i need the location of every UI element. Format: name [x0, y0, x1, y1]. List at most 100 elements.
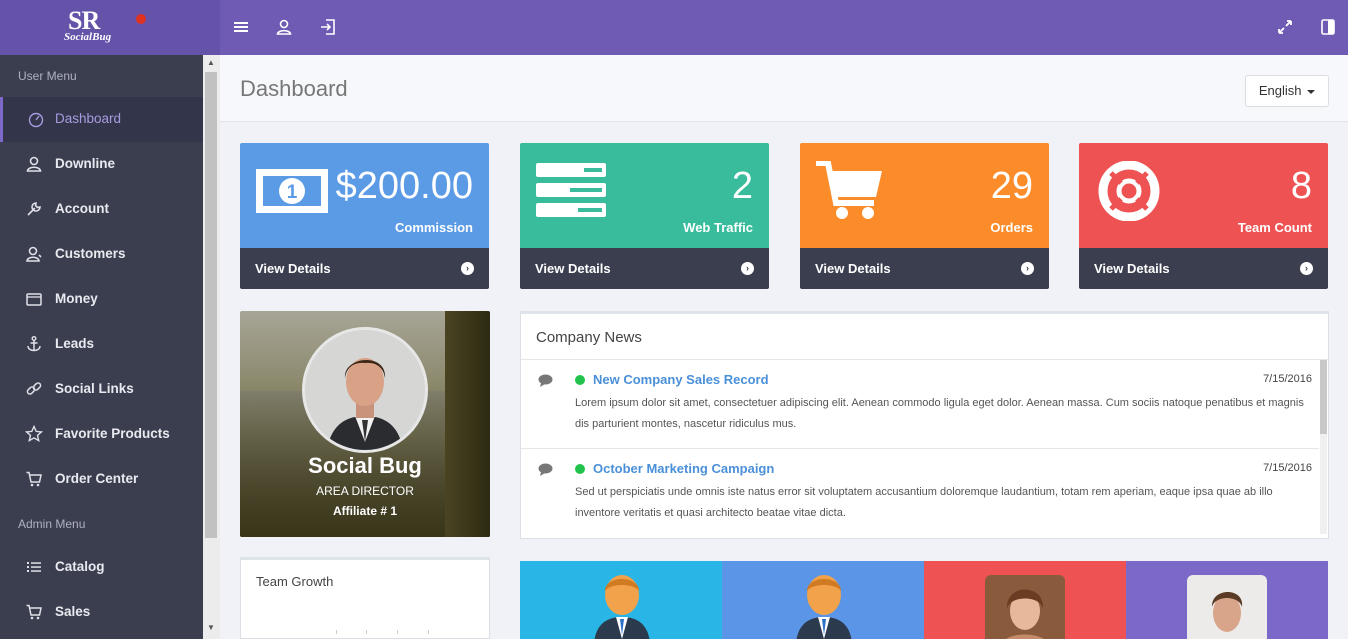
cart-icon [25, 470, 43, 488]
team-member-tile[interactable] [924, 561, 1126, 639]
view-details-label: View Details [1094, 261, 1170, 276]
expand-icon[interactable] [1275, 17, 1295, 37]
team-member-tile[interactable] [1126, 561, 1328, 639]
stat-card-orders: 29 Orders View Details › [800, 143, 1049, 289]
sidebar-item-downline[interactable]: Downline [0, 142, 203, 187]
news-date: 7/15/2016 [1263, 373, 1312, 385]
page-title: Dashboard [240, 76, 348, 101]
news-body: Lorem ipsum dolor sit amet, consectetuer… [575, 397, 1304, 430]
sidebar-item-label: Catalog [55, 559, 105, 574]
sidebar-item-label: Account [55, 201, 109, 216]
server-icon [534, 161, 610, 221]
sidebar-item-account[interactable]: Account [0, 187, 203, 232]
profile-affiliate: Affiliate # 1 [332, 504, 398, 518]
menu-icon[interactable] [231, 17, 251, 37]
status-dot [575, 464, 585, 474]
sidebar-item-label: Order Center [55, 471, 139, 486]
life-ring-icon [1093, 160, 1169, 222]
stat-card-team-count: 8 Team Count View Details › [1079, 143, 1328, 289]
avatar[interactable] [302, 327, 428, 453]
scrollbar-thumb[interactable] [1320, 360, 1327, 434]
brand-logo[interactable]: SR SocialBug [62, 6, 158, 44]
arrow-circle-right-icon: › [741, 262, 754, 275]
sidebar-item-label: Social Links [55, 381, 134, 396]
stat-card-body: 29 Orders [800, 143, 1049, 248]
view-details-link[interactable]: View Details › [520, 248, 769, 289]
stat-card-body: 2 Web Traffic [520, 143, 769, 248]
panel-title: Team Growth [256, 574, 334, 589]
scrollbar-thumb[interactable] [205, 72, 217, 538]
sidebar-item-catalog[interactable]: Catalog [0, 545, 203, 590]
logo-area: SR SocialBug [0, 0, 220, 55]
anchor-icon [25, 335, 43, 353]
link-icon [25, 380, 43, 398]
chart-tick [336, 630, 337, 634]
logo-sub-text: SocialBug [64, 31, 112, 43]
team-member-tile[interactable] [722, 561, 924, 639]
arrow-circle-right-icon: › [461, 262, 474, 275]
news-scrollbar[interactable] [1320, 360, 1327, 534]
profile-role: AREA DIRECTOR [316, 484, 414, 498]
team-member-photo [985, 575, 1065, 639]
top-navbar: SR SocialBug [0, 0, 1348, 55]
sidebar-item-label: Downline [55, 156, 115, 171]
stat-label: Orders [990, 220, 1033, 235]
view-details-link[interactable]: View Details › [800, 248, 1049, 289]
language-dropdown[interactable]: English [1245, 75, 1329, 107]
logo-bug-icon [136, 14, 146, 24]
page-header: Dashboard English [220, 55, 1348, 122]
view-details-link[interactable]: View Details › [240, 248, 489, 289]
team-growth-panel: Team Growth [240, 557, 490, 639]
sidebar-item-customers[interactable]: Customers [0, 232, 203, 277]
caret-down-icon [1307, 89, 1316, 94]
sidebar-item-label: Dashboard [55, 111, 122, 126]
sidebar-toggle-icon[interactable] [1318, 17, 1338, 37]
stat-value: 8 [1290, 165, 1312, 207]
news-title-link[interactable]: New Company Sales Record [593, 372, 769, 387]
sidebar-item-order-center[interactable]: Order Center [0, 457, 203, 502]
sidebar-item-favorite-products[interactable]: Favorite Products [0, 412, 203, 457]
team-member-tile[interactable] [520, 561, 722, 639]
dashboard-icon [27, 110, 45, 128]
view-details-label: View Details [255, 261, 331, 276]
sidebar-item-label: Leads [55, 336, 95, 351]
chart-tick [366, 630, 367, 634]
customers-icon [25, 245, 43, 263]
news-title-link[interactable]: October Marketing Campaign [593, 461, 774, 476]
stat-card-web-traffic: 2 Web Traffic View Details › [520, 143, 769, 289]
panel-title: Company News [536, 329, 642, 346]
user-menu-title: User Menu [18, 69, 77, 83]
sidebar-item-label: Money [55, 291, 98, 306]
team-member-photo [1187, 575, 1267, 639]
sidebar-item-dashboard[interactable]: Dashboard [0, 97, 203, 142]
user-avatar-icon [590, 573, 654, 639]
svg-text:1: 1 [287, 182, 298, 203]
cart-icon [25, 603, 43, 621]
money-bill-icon: 1 [254, 161, 330, 221]
sidebar-item-label: Customers [55, 246, 126, 261]
wallet-icon [25, 290, 43, 308]
sign-out-icon[interactable] [318, 17, 338, 37]
stat-card-body: 8 Team Count [1079, 143, 1328, 248]
sidebar: User Menu Dashboard Downline Account Cus… [0, 55, 203, 639]
sidebar-item-social-links[interactable]: Social Links [0, 367, 203, 412]
view-details-label: View Details [535, 261, 611, 276]
stat-label: Web Traffic [683, 220, 753, 235]
comment-icon [538, 374, 553, 387]
sidebar-item-leads[interactable]: Leads [0, 322, 203, 367]
stat-card-commission: 1 $200.00 Commission View Details › [240, 143, 489, 289]
stat-label: Team Count [1237, 220, 1312, 235]
view-details-link[interactable]: View Details › [1079, 248, 1328, 289]
scroll-up-arrow-icon[interactable]: ▲ [207, 58, 215, 67]
user-icon[interactable] [274, 17, 294, 37]
stat-value: $200.00 [335, 165, 473, 207]
sidebar-item-sales[interactable]: Sales [0, 590, 203, 635]
view-details-label: View Details [815, 261, 891, 276]
list-icon [25, 558, 43, 576]
sidebar-scrollbar[interactable]: ▲ ▼ [203, 55, 220, 639]
sidebar-item-money[interactable]: Money [0, 277, 203, 322]
sidebar-item-label: Sales [55, 604, 91, 619]
stat-card-body: 1 $200.00 Commission [240, 143, 489, 248]
scroll-down-arrow-icon[interactable]: ▼ [207, 623, 215, 632]
news-item: October Marketing Campaign 7/15/2016 Sed… [521, 449, 1319, 538]
